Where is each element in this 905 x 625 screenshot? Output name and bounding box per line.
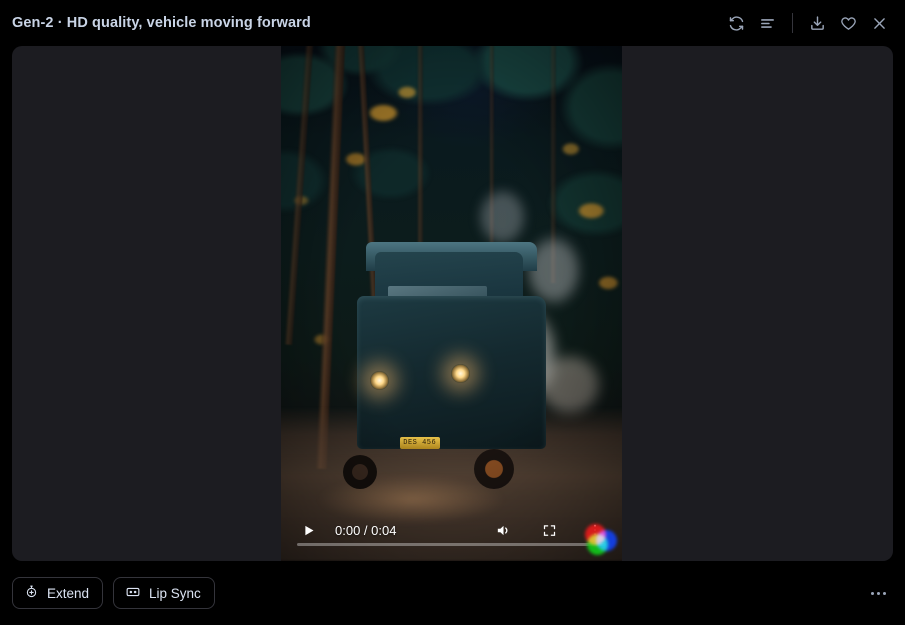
video-player[interactable]: DES 456 0:00 / 0:04 xyxy=(281,46,622,561)
mouth-icon xyxy=(125,584,141,603)
car-headlight xyxy=(451,363,471,383)
car-wheel xyxy=(343,454,378,489)
heart-icon[interactable] xyxy=(833,8,864,39)
dot xyxy=(876,591,880,595)
volume-button[interactable] xyxy=(490,517,516,543)
content-panel: DES 456 0:00 / 0:04 xyxy=(12,46,893,561)
bottom-toolbar: Extend Lip Sync xyxy=(0,561,905,625)
time-display: 0:00 / 0:04 xyxy=(335,522,397,538)
dot xyxy=(870,591,874,595)
video-controls: 0:00 / 0:04 xyxy=(281,499,622,561)
dot xyxy=(882,591,886,595)
stopwatch-plus-icon xyxy=(24,584,39,602)
vintage-car: DES 456 xyxy=(339,241,564,489)
video-frame: DES 456 xyxy=(281,46,622,561)
fullscreen-button[interactable] xyxy=(536,517,562,543)
app-window: Gen-2 · HD quality, vehicle moving forwa… xyxy=(0,0,905,625)
close-icon[interactable] xyxy=(864,8,895,39)
more-horizontal-icon xyxy=(870,591,886,595)
toolbar-divider xyxy=(792,13,793,33)
license-plate: DES 456 xyxy=(399,437,440,450)
lip-sync-button[interactable]: Lip Sync xyxy=(113,577,215,609)
page-title: Gen-2 · HD quality, vehicle moving forwa… xyxy=(12,15,311,31)
more-options-button[interactable] xyxy=(863,578,893,608)
progress-bar[interactable] xyxy=(297,543,606,546)
download-icon[interactable] xyxy=(802,8,833,39)
video-controls-right xyxy=(490,517,608,543)
extend-button[interactable]: Extend xyxy=(12,577,104,609)
car-wheel xyxy=(473,448,514,489)
list-icon[interactable] xyxy=(752,8,783,39)
refresh-icon[interactable] xyxy=(721,8,752,39)
video-options-button[interactable] xyxy=(582,517,608,543)
top-bar: Gen-2 · HD quality, vehicle moving forwa… xyxy=(0,0,905,46)
extend-label: Extend xyxy=(47,585,90,601)
lip-sync-label: Lip Sync xyxy=(149,585,201,601)
top-bar-actions xyxy=(721,0,905,46)
play-button[interactable] xyxy=(295,517,321,543)
